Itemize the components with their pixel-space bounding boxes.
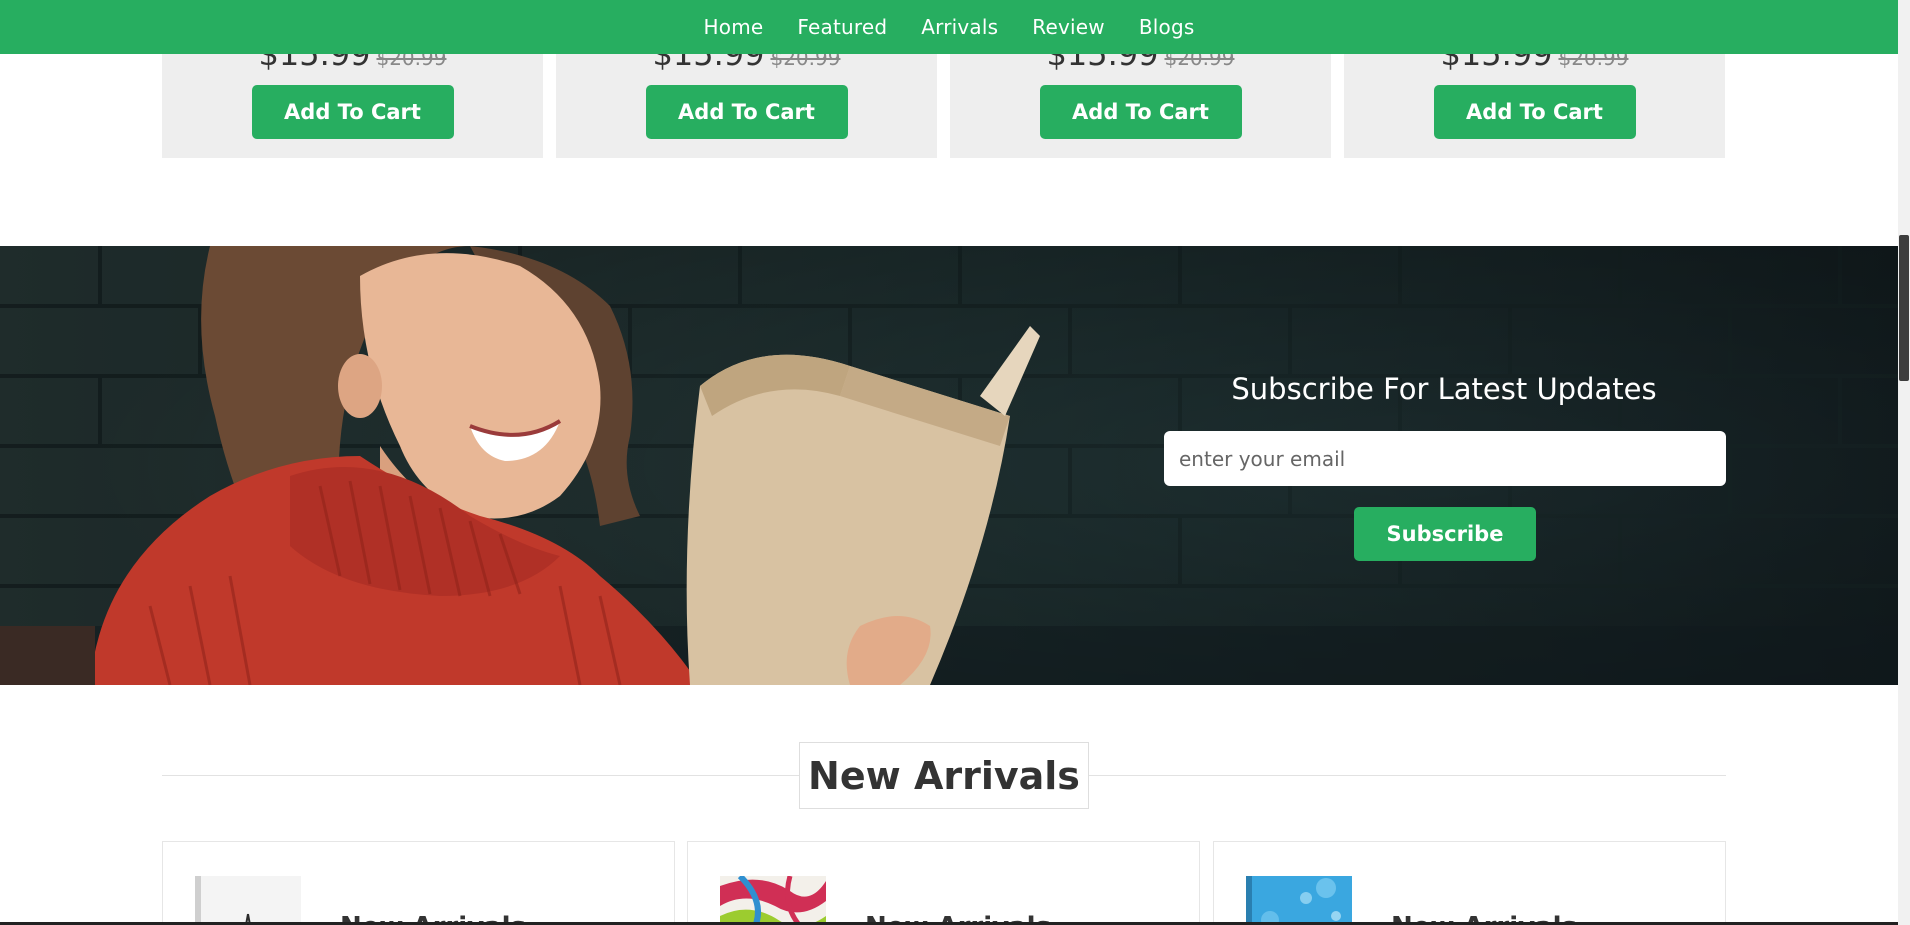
scrollbar-thumb[interactable] <box>1899 235 1909 381</box>
nav-review[interactable]: Review <box>1032 15 1105 39</box>
top-nav: Home Featured Arrivals Review Blogs <box>0 0 1898 54</box>
nav-home[interactable]: Home <box>704 15 764 39</box>
section-heading: New Arrivals <box>799 742 1089 809</box>
arrival-card[interactable]: New Arrivals <box>162 841 675 925</box>
arrival-card[interactable]: New Arrivals <box>687 841 1200 925</box>
email-input[interactable] <box>1164 431 1726 486</box>
book-cover-abstract-icon <box>720 876 826 925</box>
add-to-cart-button[interactable]: Add To Cart <box>1433 85 1636 139</box>
book-cover-bubbles-icon <box>1246 876 1352 925</box>
add-to-cart-button[interactable]: Add To Cart <box>645 85 848 139</box>
nav-featured[interactable]: Featured <box>797 15 887 39</box>
add-to-cart-button[interactable]: Add To Cart <box>251 85 454 139</box>
nav-blogs[interactable]: Blogs <box>1139 15 1195 39</box>
nav-arrivals[interactable]: Arrivals <box>921 15 998 39</box>
arrival-card[interactable]: New Arrivals <box>1213 841 1726 925</box>
subscribe-button[interactable]: Subscribe <box>1354 507 1536 561</box>
book-cover-eiffel-icon <box>195 876 301 925</box>
add-to-cart-button[interactable]: Add To Cart <box>1039 85 1242 139</box>
scrollbar-track[interactable] <box>1898 0 1910 925</box>
newsletter-title: Subscribe For Latest Updates <box>1231 372 1657 406</box>
